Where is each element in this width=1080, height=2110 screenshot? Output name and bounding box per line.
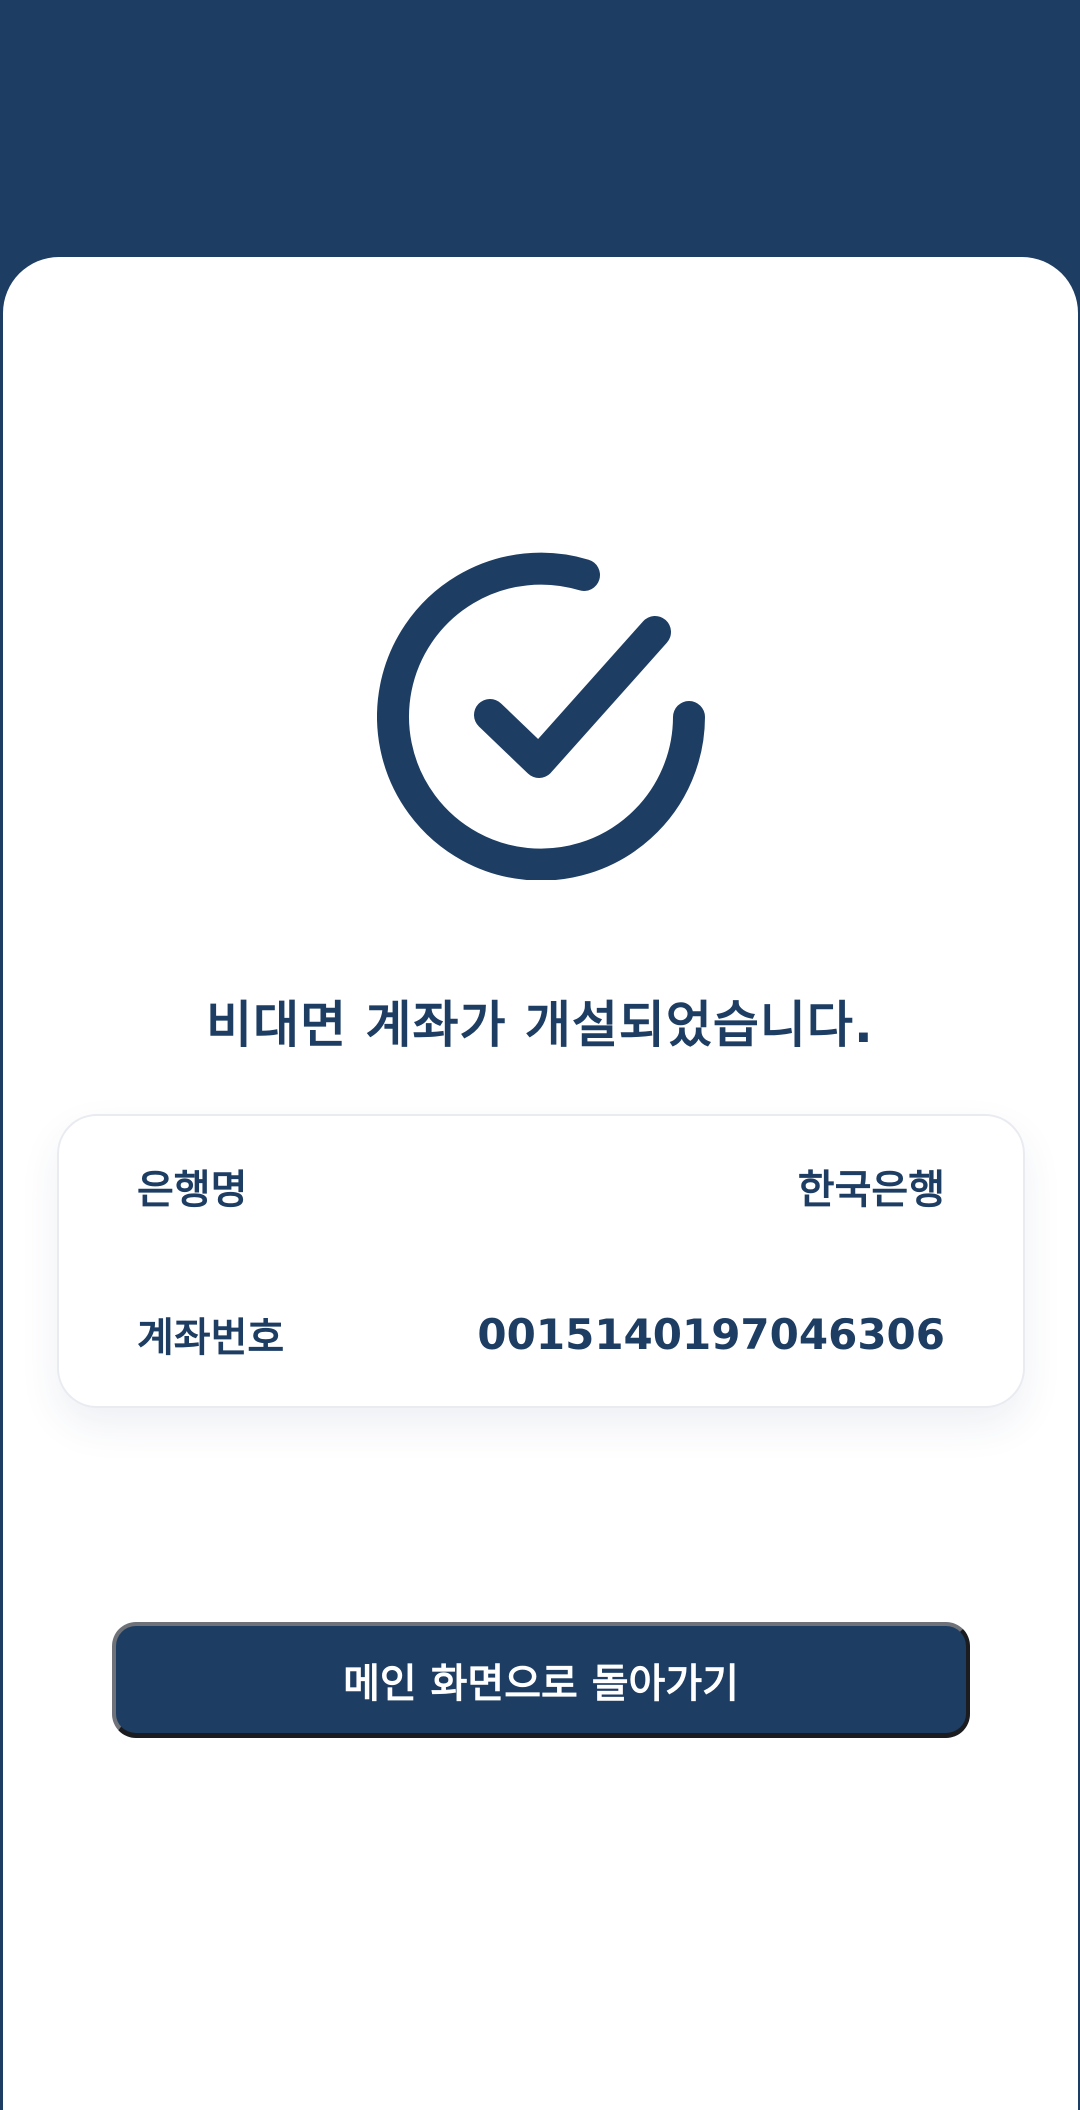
bank-value: 한국은행: [797, 1167, 945, 1213]
success-title: 비대면 계좌가 개설되었습니다.: [206, 996, 874, 1054]
account-number-value: 0015140197046306: [477, 1309, 945, 1359]
account-number-row: 계좌번호 0015140197046306: [137, 1304, 945, 1364]
header-band: [0, 0, 1080, 260]
bank-row: 은행명 한국은행: [137, 1156, 945, 1216]
check-circle-icon: [377, 550, 707, 880]
back-to-main-button[interactable]: 메인 화면으로 돌아가기: [112, 1622, 970, 1738]
account-number-label: 계좌번호: [137, 1315, 285, 1361]
account-info-card: 은행명 한국은행 계좌번호 0015140197046306: [57, 1114, 1025, 1408]
bank-label: 은행명: [137, 1167, 248, 1213]
